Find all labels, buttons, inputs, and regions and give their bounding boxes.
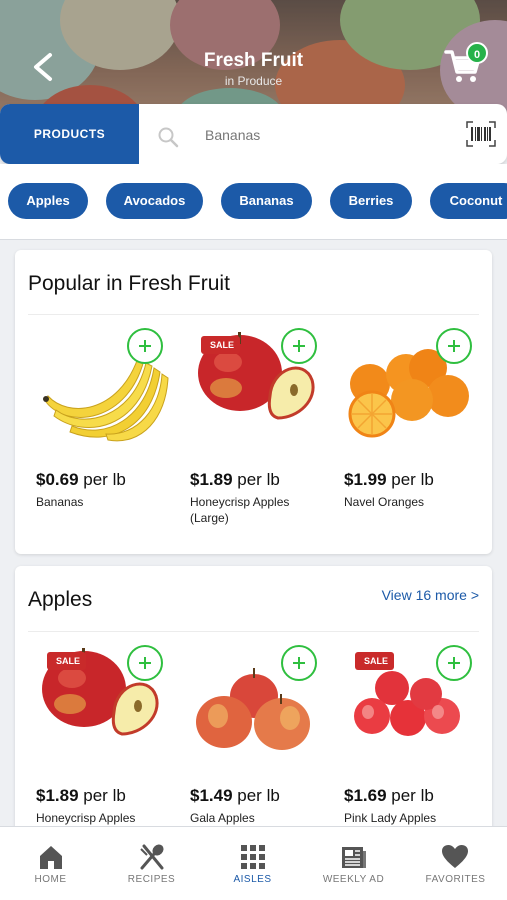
nav-home[interactable]: HOME: [0, 827, 101, 900]
add-to-cart-button[interactable]: [436, 645, 472, 681]
fork-spoon-icon: [140, 844, 164, 870]
section-card-popular: Popular in Fresh Fruit $0.69 per lb Bana…: [15, 250, 492, 554]
section-title: Apples: [28, 588, 93, 611]
category-chip-bar: Apples Avocados Bananas Berries Coconut: [0, 164, 507, 240]
search-bar: PRODUCTS: [0, 104, 507, 164]
chip-coconut[interactable]: Coconut: [430, 183, 507, 219]
nav-label: RECIPES: [127, 874, 176, 885]
section-title: Popular in Fresh Fruit: [28, 272, 230, 295]
section-card-apples: Apples View 16 more > $1.89 per lb Honey…: [15, 566, 492, 856]
product-price: $1.99 per lb: [344, 470, 434, 489]
product-price: $0.69 per lb: [36, 470, 126, 489]
search-icon: [158, 127, 179, 148]
chip-apples[interactable]: Apples: [8, 183, 88, 219]
add-to-cart-button[interactable]: [127, 645, 163, 681]
nav-label: FAVORITES: [425, 874, 486, 885]
page-title: Fresh Fruit: [203, 50, 304, 71]
chip-bananas[interactable]: Bananas: [221, 183, 312, 219]
product-name: Navel Oranges: [344, 495, 425, 509]
heart-icon: [442, 845, 468, 868]
product-name: Gala Apples: [190, 811, 255, 825]
nav-weekly-ad[interactable]: WEEKLY AD: [303, 827, 404, 900]
nav-aisles[interactable]: AISLES: [202, 827, 303, 900]
nav-label: AISLES: [233, 874, 272, 885]
nav-label: WEEKLY AD: [322, 874, 385, 885]
add-to-cart-button[interactable]: [281, 328, 317, 364]
grid-icon: [241, 845, 265, 869]
newspaper-icon: [342, 847, 366, 868]
add-to-cart-button[interactable]: [436, 328, 472, 364]
cart-count-badge: 0: [466, 42, 488, 64]
nav-recipes[interactable]: RECIPES: [101, 827, 202, 900]
sale-badge: SALE: [355, 652, 395, 670]
product-price: $1.89 per lb: [190, 470, 280, 489]
header-banner: Fresh Fruit in Produce: [0, 0, 507, 118]
barcode-icon[interactable]: [466, 121, 496, 147]
products-mode-button[interactable]: PRODUCTS: [0, 104, 139, 164]
product-name: Honeycrisp Apples (Large): [190, 495, 290, 525]
add-to-cart-button[interactable]: [281, 645, 317, 681]
product-name: Pink Lady Apples: [344, 811, 437, 825]
chip-berries[interactable]: Berries: [330, 183, 412, 219]
home-icon: [40, 846, 62, 869]
sale-badge: SALE: [201, 336, 241, 354]
product-price: $1.69 per lb: [344, 786, 434, 805]
add-to-cart-button[interactable]: [127, 328, 163, 364]
view-more-link[interactable]: View 16 more >: [382, 587, 479, 603]
product-price: $1.89 per lb: [36, 786, 126, 805]
chip-avocados[interactable]: Avocados: [106, 183, 203, 219]
sale-badge: SALE: [47, 652, 87, 670]
search-input[interactable]: [205, 122, 445, 148]
bottom-navigation: HOME RECIPES AISLES WEEKLY AD FAVORITES: [0, 826, 507, 900]
product-name: Bananas: [36, 495, 84, 509]
page-subtitle: in Produce: [224, 74, 283, 88]
product-price: $1.49 per lb: [190, 786, 280, 805]
nav-label: HOME: [34, 874, 67, 885]
nav-favorites[interactable]: FAVORITES: [404, 827, 507, 900]
